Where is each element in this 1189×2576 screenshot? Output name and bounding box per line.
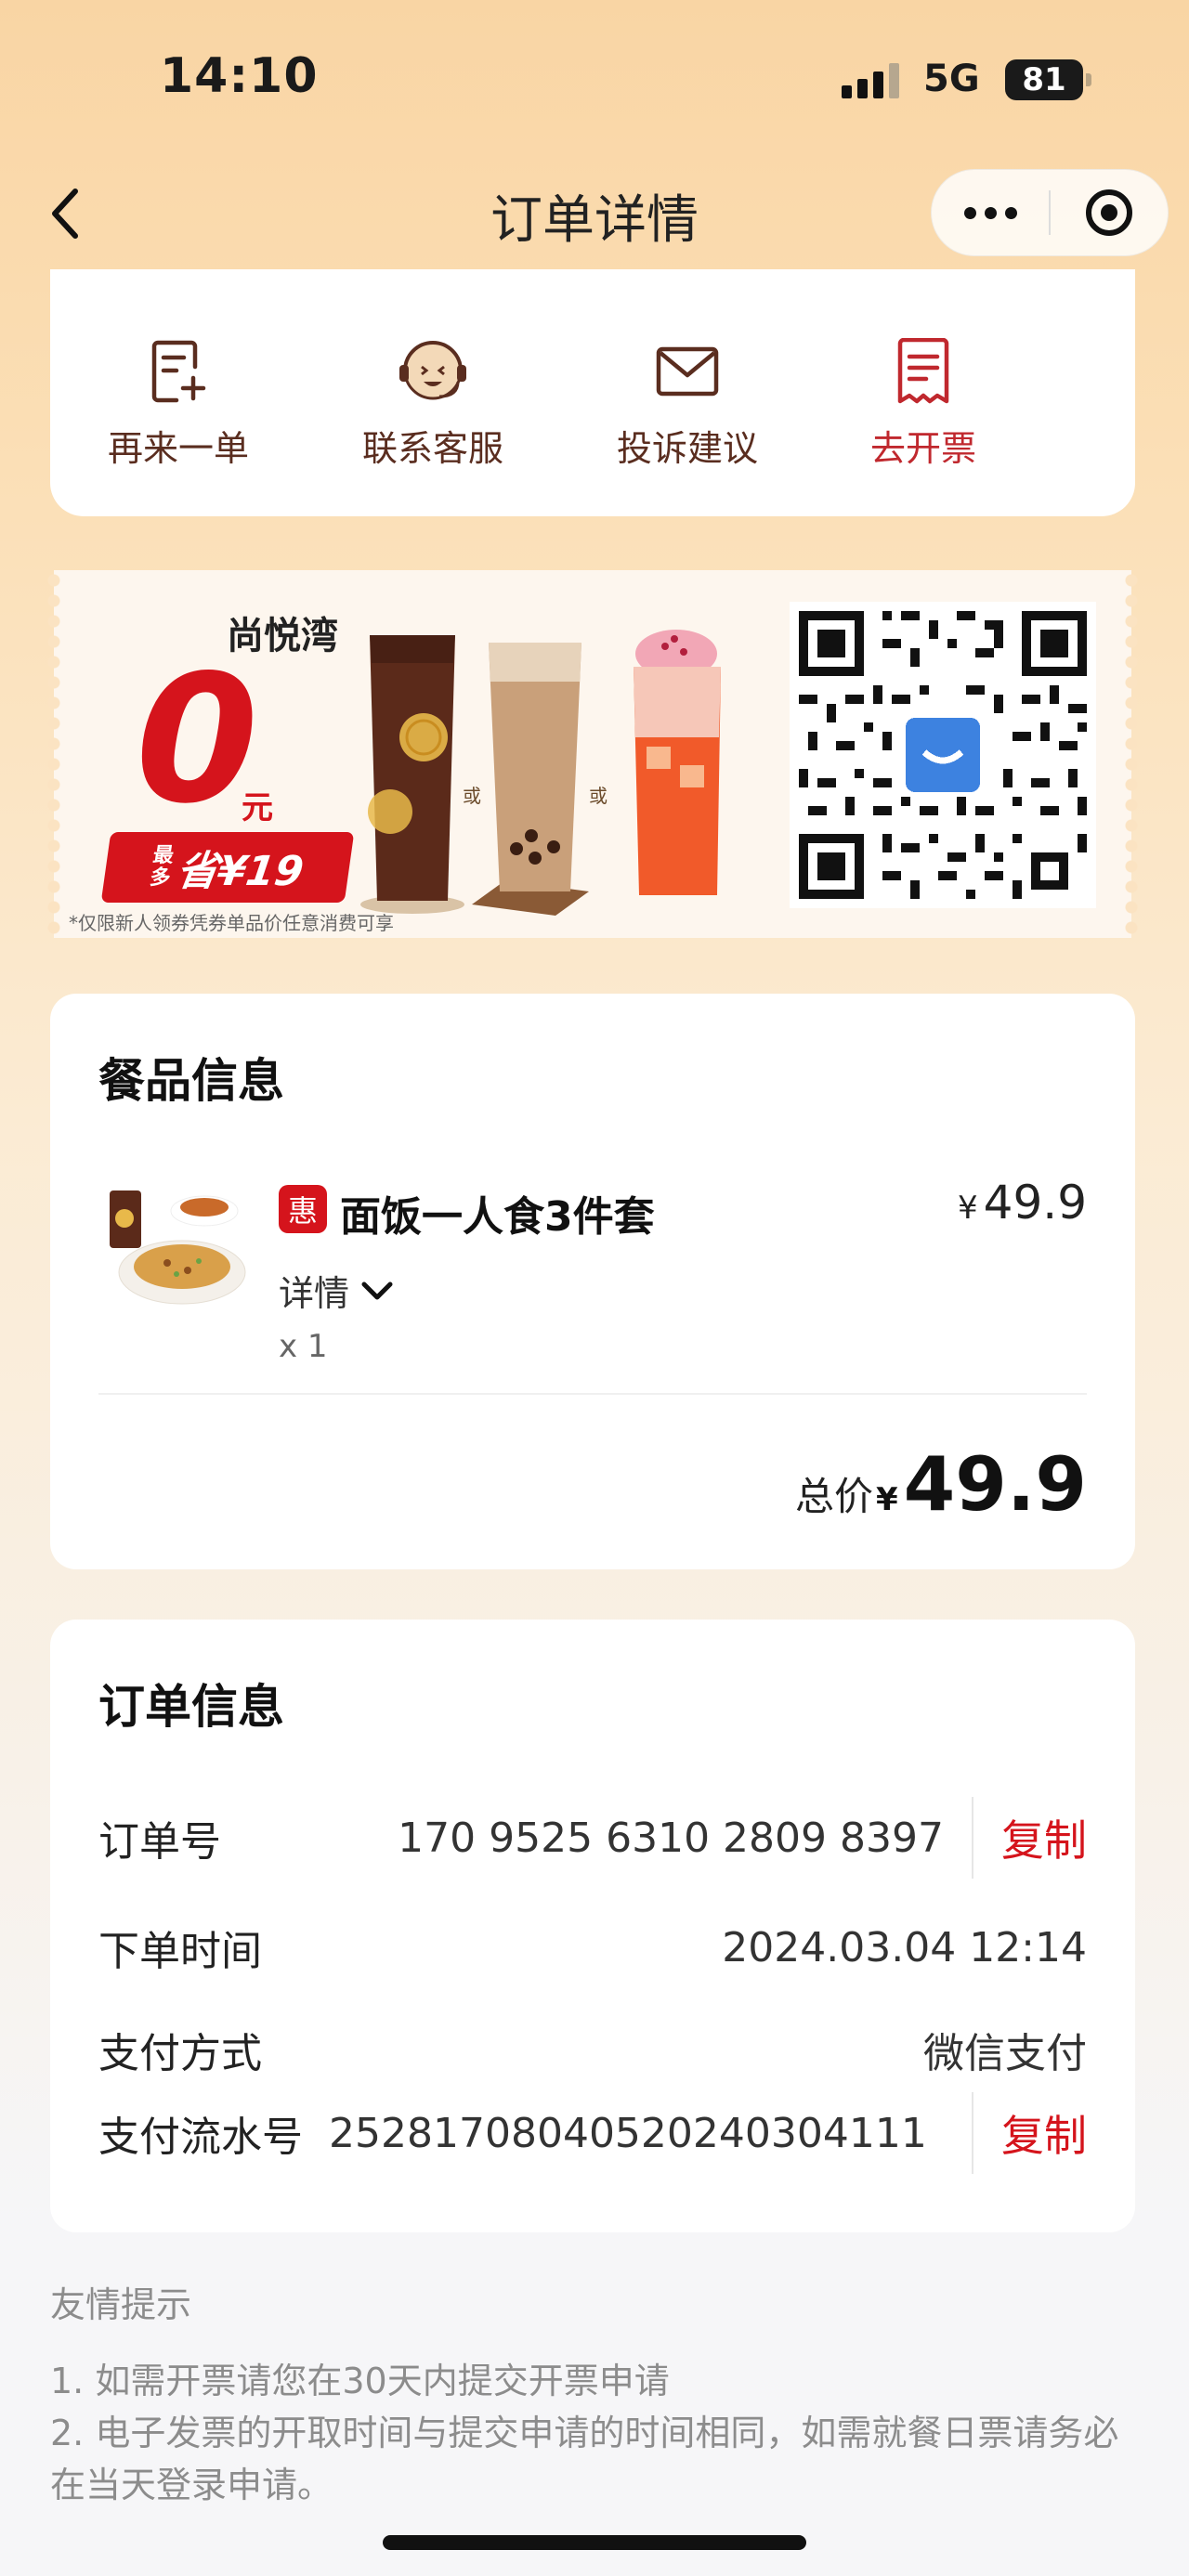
tips-title: 友情提示 xyxy=(50,2284,192,2325)
order-actions-card: 再来一单 联系客服 投诉建议 去开票 xyxy=(50,269,1135,516)
receipt-icon xyxy=(886,334,960,409)
currency-symbol: ¥ xyxy=(875,1481,898,1518)
chevron-down-icon xyxy=(361,1281,393,1299)
order-number-label: 订单号 xyxy=(98,1818,221,1866)
promo-unit: 元 xyxy=(242,789,273,826)
divider xyxy=(972,2092,973,2174)
reorder-button[interactable]: 再来一单 xyxy=(76,334,281,471)
complaint-button[interactable]: 投诉建议 xyxy=(585,334,790,471)
complaint-label: 投诉建议 xyxy=(616,428,758,469)
total-price: ¥49.9 xyxy=(876,1441,1087,1528)
status-bar: 14:10 5G 81 xyxy=(0,0,1189,158)
envelope-icon xyxy=(650,334,725,409)
reorder-label: 再来一单 xyxy=(107,428,249,469)
discount-tag: 惠 xyxy=(279,1185,327,1233)
drinks-image: 或 或 xyxy=(360,630,721,916)
copy-order-number-button[interactable]: 复制 xyxy=(1001,1807,1087,1868)
status-time: 14:10 xyxy=(160,48,319,104)
currency-symbol: ¥ xyxy=(958,1190,978,1227)
customer-service-button[interactable]: 联系客服 xyxy=(331,334,535,471)
payment-serial-value: 25281708040520240304111 xyxy=(329,2109,927,2157)
mini-program-capsule xyxy=(931,169,1169,256)
or-label-2: 或 xyxy=(589,786,608,807)
order-time-row: 下单时间 2024.03.04 12:14 xyxy=(98,1906,1087,1989)
payment-serial-label: 支付流水号 xyxy=(98,2114,303,2161)
reorder-icon xyxy=(141,334,216,409)
ellipsis-dot xyxy=(984,206,997,219)
promo-note: *仅限新人领券凭券单品价任意消费可享 xyxy=(69,912,394,934)
total-label: 总价 xyxy=(795,1474,874,1519)
order-number-row: 订单号 170 9525 6310 2809 8397 复制 xyxy=(98,1796,1087,1880)
meal-section-title: 餐品信息 xyxy=(98,1054,284,1108)
network-type: 5G xyxy=(923,58,980,100)
invoice-button[interactable]: 去开票 xyxy=(821,334,1026,471)
order-section-title: 订单信息 xyxy=(98,1680,284,1734)
payment-method-label: 支付方式 xyxy=(98,2030,262,2077)
order-time-value: 2024.03.04 12:14 xyxy=(722,1923,1087,1971)
home-indicator[interactable] xyxy=(383,2535,806,2550)
target-circle-icon xyxy=(1086,189,1132,236)
payment-serial-row: 支付流水号 25281708040520240304111 复制 xyxy=(98,2091,1087,2175)
promo-save-amount: 省¥19 xyxy=(173,848,307,895)
ellipsis-dot xyxy=(1004,206,1017,219)
more-button[interactable] xyxy=(932,169,1049,256)
payment-method-value: 微信支付 xyxy=(923,2030,1087,2077)
tips-section: 友情提示 1. 如需开票请您在30天内提交开票申请 2. 电子发票的开取时间与提… xyxy=(50,2279,1146,2511)
promo-save-badge: 最 多 省¥19 xyxy=(100,832,355,903)
meal-detail-label: 详情 xyxy=(279,1273,350,1314)
nav-bar: 订单详情 xyxy=(0,158,1189,269)
qr-code-image[interactable] xyxy=(790,602,1096,908)
battery-icon: 81 xyxy=(1005,59,1091,100)
order-number-value: 170 9525 6310 2809 8397 xyxy=(398,1814,944,1862)
or-label-1: 或 xyxy=(463,786,481,807)
tips-line-2: 2. 电子发票的开取时间与提交申请的时间相同，如需就餐日票请务必在当天登录申请。 xyxy=(50,2413,1119,2505)
copy-payment-serial-button[interactable]: 复制 xyxy=(1001,2102,1087,2164)
meal-detail-toggle[interactable]: 详情 xyxy=(279,1265,394,1316)
meal-image xyxy=(110,1190,246,1305)
signal-icon xyxy=(842,61,899,98)
meal-price: ¥49.9 xyxy=(958,1176,1087,1229)
meal-quantity: x 1 xyxy=(279,1328,328,1365)
invoice-label: 去开票 xyxy=(869,428,976,469)
meal-name: 面饭一人食3件套 xyxy=(340,1193,655,1241)
promo-save-prefix-top: 最 xyxy=(151,844,176,867)
divider xyxy=(98,1393,1087,1395)
payment-method-row: 支付方式 微信支付 xyxy=(98,2008,1087,2091)
order-time-label: 下单时间 xyxy=(98,1928,262,1975)
promo-banner[interactable]: 尚悦湾 0 元 最 多 省¥19 *仅限新人领券凭券单品价任意消费可享 或 或 xyxy=(47,570,1138,938)
total-price-value: 49.9 xyxy=(903,1441,1087,1528)
promo-save-prefix-bottom: 多 xyxy=(148,866,173,890)
tips-line-1: 1. 如需开票请您在30天内提交开票申请 xyxy=(50,2361,670,2401)
meal-price-value: 49.9 xyxy=(983,1176,1087,1229)
battery-level: 81 xyxy=(1022,61,1066,98)
promo-price: 0 xyxy=(136,637,259,842)
ellipsis-icon xyxy=(963,206,976,219)
meal-info-card: 餐品信息 惠 面饭一人食3件套 ¥49.9 详情 x 1 总价 ¥49.9 xyxy=(50,994,1135,1569)
divider xyxy=(972,1797,973,1879)
close-button[interactable] xyxy=(1051,169,1168,256)
customer-service-icon xyxy=(396,334,470,409)
customer-service-label: 联系客服 xyxy=(361,428,503,469)
order-info-card: 订单信息 订单号 170 9525 6310 2809 8397 复制 下单时间… xyxy=(50,1620,1135,2232)
